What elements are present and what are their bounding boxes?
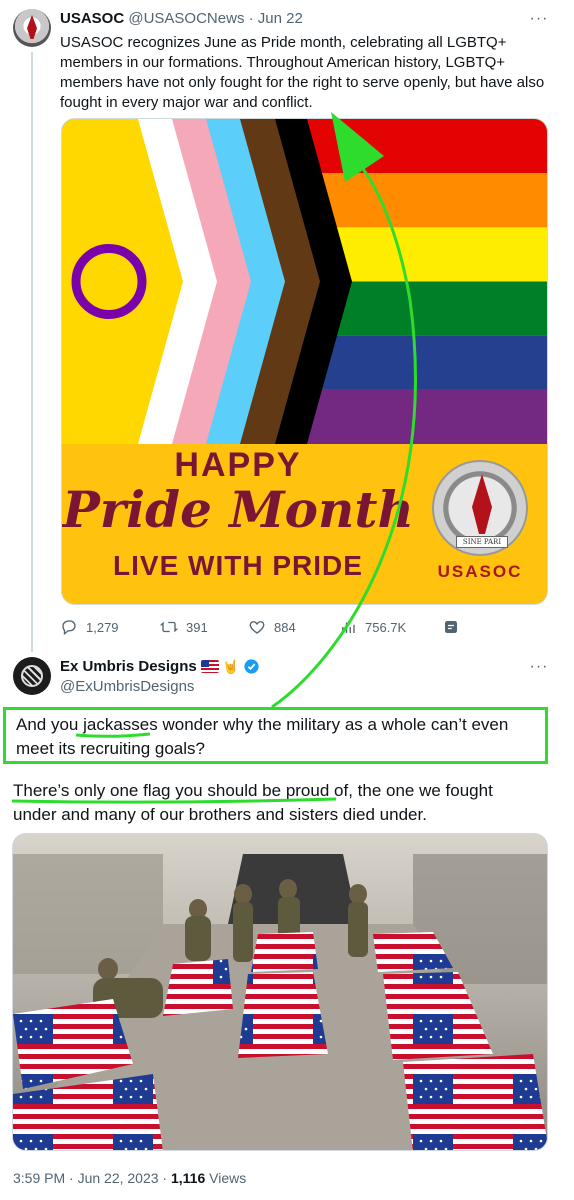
flag-casket — [251, 932, 318, 972]
more-options-icon[interactable]: ··· — [529, 657, 549, 677]
usasoc-seal: SINE PARI — [432, 460, 528, 556]
author-name[interactable]: Ex Umbris Designs — [60, 658, 197, 675]
progress-pride-flag — [62, 119, 547, 444]
share-button[interactable] — [442, 617, 460, 637]
heart-icon — [249, 621, 265, 634]
views-number: 1,116 — [170, 1170, 206, 1186]
retweet-button[interactable]: 391 — [160, 617, 208, 637]
flag-draped-caskets-photo[interactable] — [12, 833, 548, 1151]
reply-text: And you jackasses wonder why the militar… — [16, 713, 536, 761]
more-options-icon[interactable]: ··· — [529, 9, 549, 29]
reply-count: 1,279 — [86, 619, 119, 635]
author-name-row: Ex Umbris Designs 🤘 — [60, 658, 260, 675]
tweet-footer: 3:59 PM · Jun 22, 2023 · 1,116 Views — [13, 1170, 246, 1186]
highlighted-reply-text: And you jackasses wonder why the militar… — [3, 707, 548, 764]
banner-live-with-pride: LIVE WITH PRIDE — [113, 550, 363, 581]
like-count: 884 — [274, 619, 296, 635]
like-button[interactable]: 884 — [248, 617, 296, 637]
flag-casket — [403, 1054, 547, 1150]
usasoc-avatar[interactable] — [13, 9, 51, 47]
spearhead-icon — [27, 15, 37, 39]
tweet-usasoc[interactable]: USASOC @USASOCNews · Jun 22 ··· USASOC r… — [0, 0, 574, 652]
seal-motto: SINE PARI — [456, 536, 508, 548]
views-button[interactable]: 756.7K — [339, 617, 406, 637]
views-count: 756.7K — [365, 619, 407, 635]
reply-text-start: And you — [16, 715, 84, 734]
thread-connector-line — [31, 52, 33, 652]
tweet-actions: 1,279 391 884 756.7K — [60, 617, 480, 637]
reply-icon — [62, 620, 76, 636]
pride-banner: HAPPY Pride Month LIVE WITH PRIDE SINE P… — [62, 444, 547, 604]
reply-button[interactable]: 1,279 — [60, 617, 119, 637]
reply-emphasis-word: jackasses — [83, 715, 158, 734]
views-label: Views — [205, 1170, 247, 1186]
us-flag-icon — [200, 660, 219, 673]
retweet-count: 391 — [186, 619, 208, 635]
author-handle[interactable]: @ExUmbrisDesigns — [60, 678, 194, 695]
tweet-text: USASOC recognizes June as Pride month, c… — [60, 34, 545, 111]
tweet-header: USASOC @USASOCNews · Jun 22 — [60, 10, 303, 27]
pride-month-image[interactable]: HAPPY Pride Month LIVE WITH PRIDE SINE P… — [61, 118, 548, 605]
author-handle[interactable]: @USASOCNews — [128, 10, 244, 27]
analytics-icon — [342, 622, 355, 633]
retweet-icon — [160, 621, 178, 633]
underlined-phrase: There’s only one flag you should be prou… — [13, 781, 349, 800]
share-icon — [445, 621, 457, 633]
flag-casket — [163, 959, 233, 1016]
flag-casket — [238, 972, 328, 1058]
second-paragraph: There’s only one flag you should be prou… — [13, 779, 538, 827]
separator: · — [248, 10, 254, 27]
tweet-date[interactable]: Jun 22 — [258, 10, 303, 27]
timestamp[interactable]: 3:59 PM · Jun 22, 2023 · — [13, 1170, 171, 1186]
left-wall-equipment — [13, 854, 163, 974]
spearhead-icon — [472, 474, 492, 534]
aircraft-interior-scene — [13, 834, 547, 1150]
author-name[interactable]: USASOC — [60, 10, 124, 27]
banner-org-name: USASOC — [437, 562, 523, 581]
logo-mark — [21, 665, 43, 687]
exumbris-avatar[interactable] — [13, 657, 51, 695]
rock-hand-icon: 🤘 — [222, 658, 239, 674]
banner-pride-month: Pride Month — [62, 480, 414, 539]
verified-badge-icon — [244, 659, 259, 674]
